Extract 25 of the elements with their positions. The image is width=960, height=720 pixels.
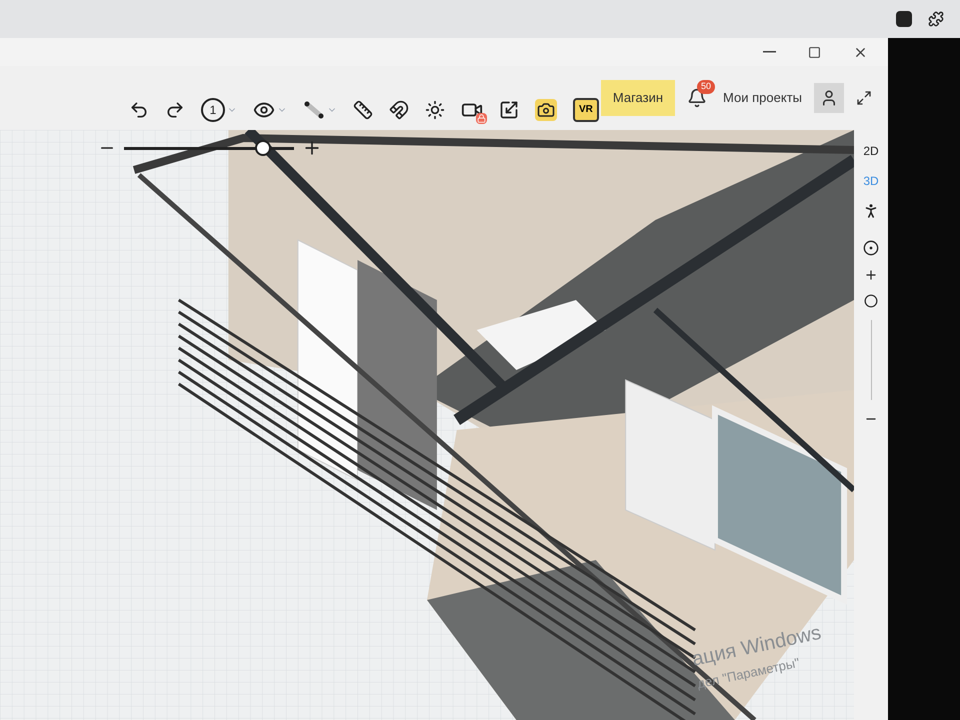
extension-icon[interactable] [896,11,912,27]
notification-count: 50 [697,80,716,94]
plus-icon[interactable] [864,268,878,282]
bell-icon [687,88,708,108]
maximize-icon [808,46,821,58]
my-projects-button[interactable]: Мои проекты [719,88,806,108]
minimize-icon [763,51,776,53]
circle-icon[interactable] [864,294,878,308]
user-icon [820,89,838,107]
magnet-icon [389,100,409,120]
floor-selector[interactable]: 1 [197,94,241,126]
vr-button[interactable]: VR [573,98,599,122]
extensions-icon[interactable] [928,11,944,27]
ruler-icon [353,100,373,120]
target-icon[interactable] [863,240,879,256]
profile-button[interactable] [814,83,844,113]
zoom-slider-thumb[interactable] [255,140,272,156]
undo-icon [129,100,149,120]
view-mode-tab[interactable]: 2D [863,142,879,160]
resize-icon [499,100,519,120]
wall-segment-icon [303,99,325,121]
redo-icon [165,100,185,120]
expand-icon [856,90,872,106]
shop-button[interactable]: Магазин [600,80,676,116]
sun-icon [425,100,445,120]
